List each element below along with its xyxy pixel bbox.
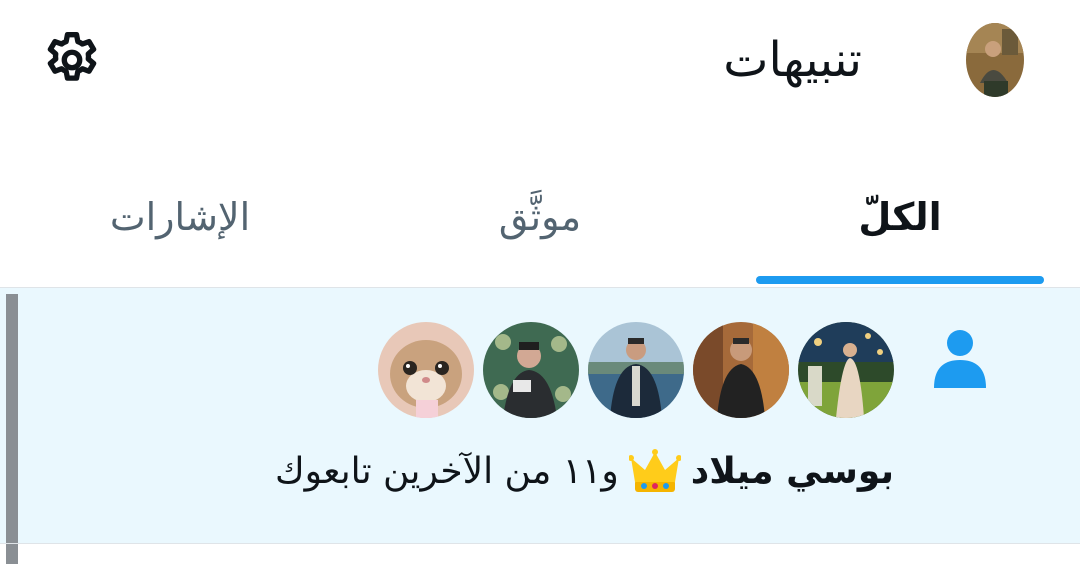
profile-avatar[interactable] xyxy=(966,23,1024,97)
tab-all-label: الكلّ xyxy=(858,195,942,239)
follower-avatar-1[interactable] xyxy=(798,322,894,418)
notification-item[interactable]: بوسي ميلاد و١١ من الآخرين تابعوك xyxy=(0,288,1080,564)
follower-avatar-4[interactable] xyxy=(483,322,579,418)
page-title: تنبيهات xyxy=(723,32,862,88)
top-bar: تنبيهات xyxy=(0,0,1080,120)
follower-avatar-3[interactable] xyxy=(588,322,684,418)
scrollbar[interactable] xyxy=(6,294,18,564)
notifications-screen: تنبيهات الكلّ موثَّق الإشارات بوسي ميلاد… xyxy=(0,0,1080,564)
list-divider xyxy=(0,543,1080,544)
follower-avatar-5[interactable] xyxy=(378,322,474,418)
tab-mentions[interactable]: الإشارات xyxy=(36,150,324,284)
notification-text: بوسي ميلاد و١١ من الآخرين تابعوك xyxy=(275,446,894,498)
tab-all[interactable]: الكلّ xyxy=(756,150,1044,284)
gear-icon xyxy=(47,31,97,81)
active-tab-indicator xyxy=(756,276,1044,284)
person-icon xyxy=(934,330,986,388)
follower-avatar-2[interactable] xyxy=(693,322,789,418)
tab-verified-label: موثَّق xyxy=(498,195,582,239)
crown-icon xyxy=(628,449,681,492)
tab-bar: الكلّ موثَّق الإشارات xyxy=(0,150,1080,288)
settings-button[interactable] xyxy=(38,26,106,94)
follower-avatars xyxy=(376,322,896,422)
follower-name[interactable]: بوسي ميلاد xyxy=(691,446,894,498)
notification-message: و١١ من الآخرين تابعوك xyxy=(274,451,619,492)
tab-mentions-label: الإشارات xyxy=(109,195,251,239)
tab-verified[interactable]: موثَّق xyxy=(396,150,684,284)
